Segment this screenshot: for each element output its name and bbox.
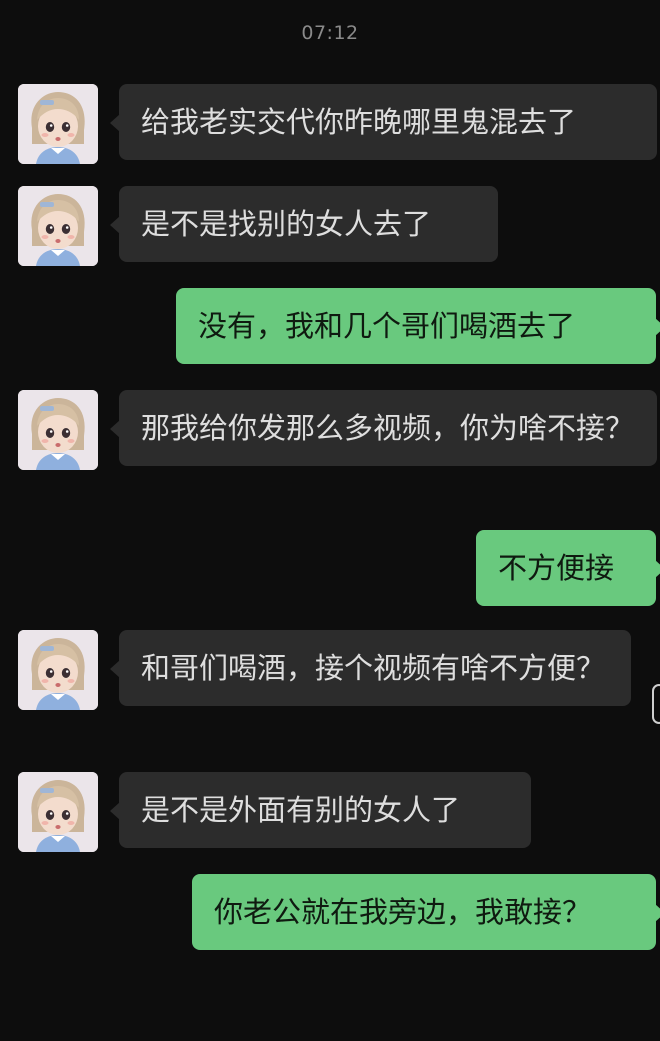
incoming-message-bubble[interactable]: 和哥们喝酒，接个视频有啥不方便？: [110, 630, 631, 706]
contact-avatar[interactable]: [18, 390, 98, 470]
incoming-message-bubble[interactable]: 是不是找别的女人去了: [110, 186, 498, 262]
message-text: 是不是找别的女人去了: [141, 207, 432, 241]
doll-avatar-icon: [18, 84, 98, 164]
message-text: 不方便接: [498, 551, 615, 585]
contact-avatar[interactable]: [18, 186, 98, 266]
doll-avatar-icon: [18, 630, 98, 710]
contact-avatar[interactable]: [18, 630, 98, 710]
message-text: 是不是外面有别的女人了: [141, 793, 461, 827]
message-text: 你老公就在我旁边，我敢接？: [214, 895, 592, 929]
scroll-edge-indicator: [652, 684, 660, 724]
outgoing-message-bubble[interactable]: 不方便接: [476, 530, 660, 606]
message-text: 没有，我和几个哥们喝酒去了: [198, 309, 576, 343]
message-text: 给我老实交代你昨晚哪里鬼混去了: [141, 105, 577, 139]
message-text: 和哥们喝酒，接个视频有啥不方便？: [141, 651, 606, 685]
outgoing-message-bubble[interactable]: 没有，我和几个哥们喝酒去了: [176, 288, 660, 364]
doll-avatar-icon: [18, 772, 98, 852]
contact-avatar[interactable]: [18, 772, 98, 852]
incoming-message-bubble[interactable]: 给我老实交代你昨晚哪里鬼混去了: [110, 84, 657, 160]
doll-avatar-icon: [18, 186, 98, 266]
incoming-message-bubble[interactable]: 那我给你发那么多视频，你为啥不接？: [110, 390, 657, 466]
message-timestamp: 07:12: [301, 22, 359, 44]
contact-avatar[interactable]: [18, 84, 98, 164]
outgoing-message-bubble[interactable]: 你老公就在我旁边，我敢接？: [192, 874, 660, 950]
doll-avatar-icon: [18, 390, 98, 470]
chat-screen: 07:12 给我老实交代你昨晚哪里鬼混去了 是不是找别的女人去了 没有，我和几个…: [0, 0, 660, 1041]
message-text: 那我给你发那么多视频，你为啥不接？: [141, 411, 635, 445]
incoming-message-bubble[interactable]: 是不是外面有别的女人了: [110, 772, 531, 848]
